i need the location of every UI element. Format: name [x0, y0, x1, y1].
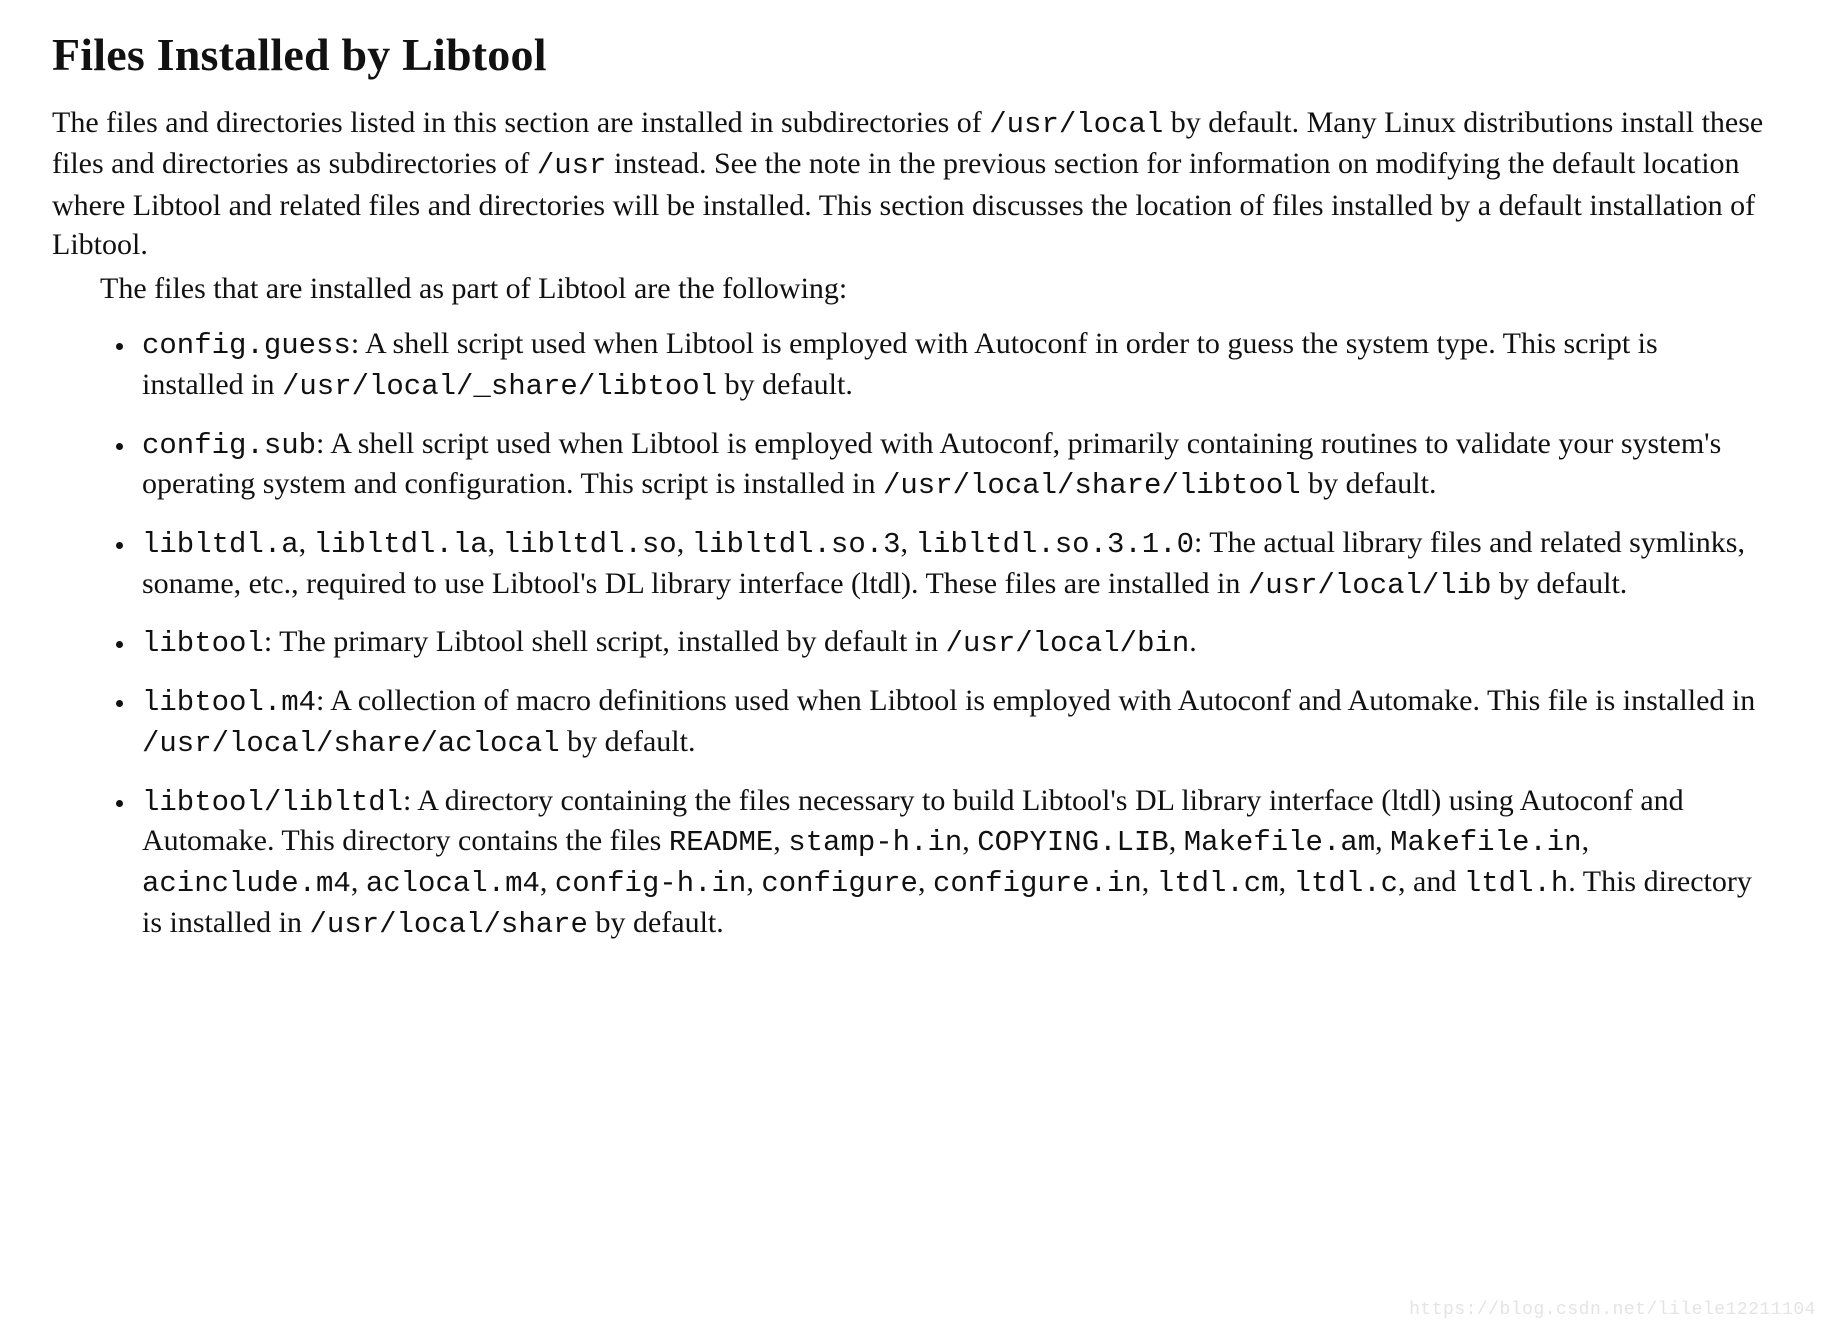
filename: acinclude.m4	[142, 867, 351, 900]
text: ,	[773, 824, 788, 857]
text: ,	[1169, 824, 1184, 857]
file-list: config.guess: A shell script used when L…	[52, 324, 1766, 943]
intro-paragraph-1: The files and directories listed in this…	[52, 103, 1766, 265]
filename: libltdl.la	[314, 528, 488, 561]
text: by default.	[560, 725, 696, 758]
list-item: libtool.m4: A collection of macro defini…	[136, 681, 1766, 762]
filename: COPYING.LIB	[977, 826, 1168, 859]
text: by default.	[588, 906, 724, 939]
filename: Makefile.in	[1390, 826, 1581, 859]
text: ,	[1142, 865, 1157, 898]
text: ,	[746, 865, 761, 898]
code-path: /usr	[537, 149, 607, 182]
filename: libltdl.so.3.1.0	[916, 528, 1194, 561]
list-item: config.guess: A shell script used when L…	[136, 324, 1766, 405]
text: by default.	[1301, 467, 1437, 500]
text: The files and directories listed in this…	[52, 106, 989, 139]
filename: stamp-h.in	[788, 826, 962, 859]
filename: config-h.in	[555, 867, 746, 900]
document-page: Files Installed by Libtool The files and…	[0, 0, 1826, 991]
filename: README	[669, 826, 773, 859]
code-path: /usr/local/_share/libtool	[282, 370, 717, 403]
list-item: libltdl.a, libltdl.la, libltdl.so, liblt…	[136, 523, 1766, 604]
text: ,	[918, 865, 933, 898]
code-path: /usr/local/lib	[1248, 569, 1492, 602]
filename: libtool.m4	[142, 686, 316, 719]
filename: aclocal.m4	[366, 867, 540, 900]
text: ,	[351, 865, 366, 898]
text: , and	[1398, 865, 1464, 898]
code-path: /usr/local/share/aclocal	[142, 727, 560, 760]
filename: configure	[761, 867, 918, 900]
filename: libltdl.a	[142, 528, 299, 561]
list-item: libtool: The primary Libtool shell scrip…	[136, 622, 1766, 663]
list-item: config.sub: A shell script used when Lib…	[136, 424, 1766, 505]
code-path: /usr/local/bin	[946, 627, 1190, 660]
filename: libtool/libltdl	[142, 786, 403, 819]
filename: ltdl.h	[1464, 867, 1568, 900]
filename: libtool	[142, 627, 264, 660]
filename: ltdl.c	[1294, 867, 1398, 900]
text: ,	[1279, 865, 1294, 898]
text: : A collection of macro definitions used…	[316, 684, 1755, 717]
filename: config.sub	[142, 429, 316, 462]
page-title: Files Installed by Libtool	[52, 28, 1766, 81]
intro-paragraph-2: The files that are installed as part of …	[52, 269, 1766, 309]
text: ,	[540, 865, 555, 898]
filename: config.guess	[142, 329, 351, 362]
filename: Makefile.am	[1184, 826, 1375, 859]
text: by default.	[1492, 567, 1628, 600]
text: ,	[901, 526, 916, 559]
filename: libltdl.so.3	[692, 528, 901, 561]
text: ,	[299, 526, 314, 559]
filename: configure.in	[933, 867, 1142, 900]
text: : The primary Libtool shell script, inst…	[264, 625, 946, 658]
text: by default.	[717, 368, 853, 401]
filename: libltdl.so	[503, 528, 677, 561]
text: ,	[1375, 824, 1390, 857]
text: ,	[1582, 824, 1590, 857]
text: ,	[962, 824, 977, 857]
watermark: https://blog.csdn.net/lilele12211104	[1409, 1300, 1816, 1320]
text: .	[1189, 625, 1197, 658]
list-item: libtool/libltdl: A directory containing …	[136, 781, 1766, 944]
code-path: /usr/local/share/libtool	[883, 469, 1301, 502]
code-path: /usr/local	[989, 108, 1163, 141]
code-path: /usr/local/share	[310, 908, 588, 941]
text: ,	[677, 526, 692, 559]
filename: ltdl.cm	[1157, 867, 1279, 900]
text: ,	[488, 526, 503, 559]
